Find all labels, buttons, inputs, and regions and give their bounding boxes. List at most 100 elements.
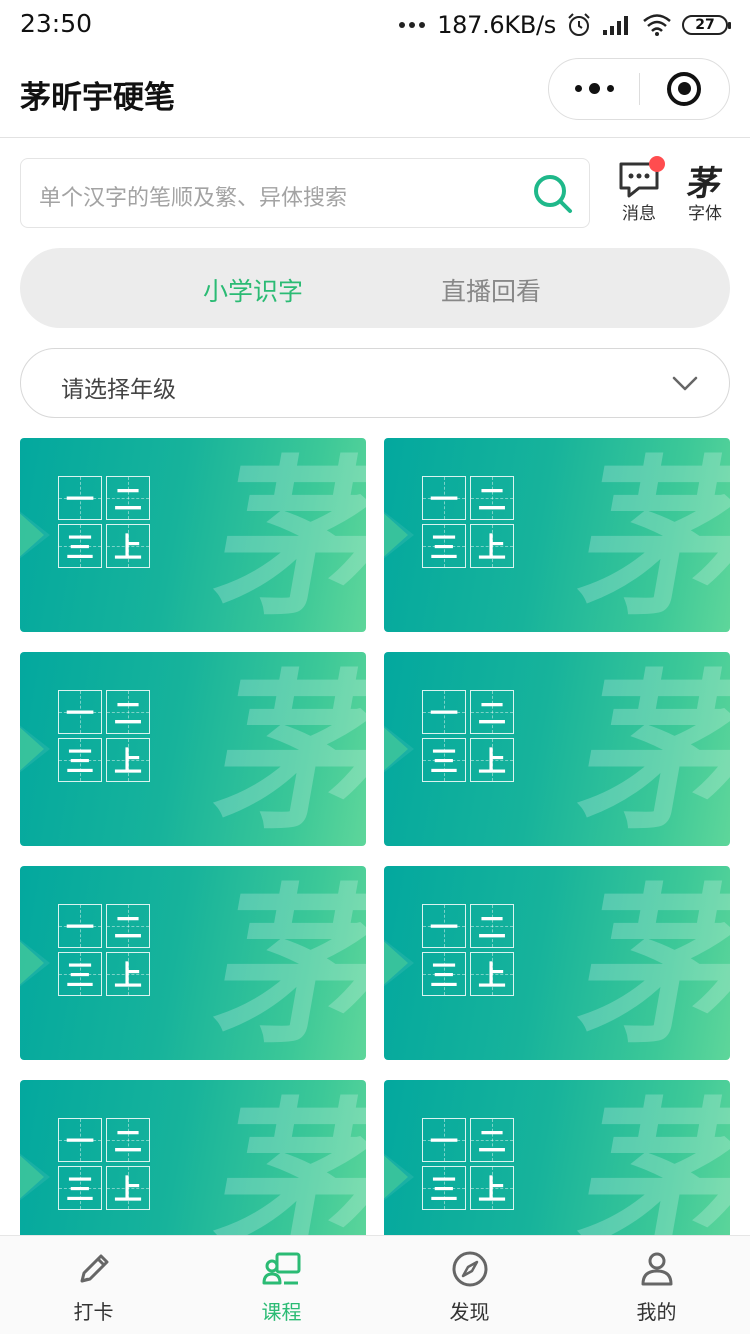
character: 上 (477, 531, 506, 564)
character: 三 (429, 1173, 458, 1206)
signal-icon (603, 16, 628, 35)
card-arrow-decor (384, 929, 408, 997)
tabbar-label: 课程 (261, 1300, 302, 1324)
tabbar-item-checkin[interactable]: 打卡 (0, 1236, 187, 1334)
tabbar-item-course[interactable]: 课程 (188, 1236, 375, 1334)
character: 二 (113, 911, 142, 944)
character-cell: 二 (106, 476, 150, 520)
character-cell: 一 (58, 690, 102, 734)
card-watermark: 茅 (566, 1081, 730, 1235)
more-menu-button[interactable] (549, 59, 639, 118)
course-icon (262, 1252, 301, 1285)
tabbar-label: 我的 (636, 1300, 677, 1324)
card-character-grid: 一二三上 (422, 1118, 514, 1210)
font-glyph-icon: 茅 (684, 164, 725, 204)
character: 上 (113, 959, 142, 992)
character-cell: 三 (422, 1166, 466, 1210)
card-arrow-decor (20, 929, 44, 997)
character: 一 (429, 911, 458, 944)
character: 上 (477, 1173, 506, 1206)
more-status-icon (399, 22, 426, 28)
character-cell: 二 (106, 904, 150, 948)
messages-button[interactable]: 消息 (609, 156, 669, 228)
character: 三 (65, 959, 94, 992)
card-character-grid: 一二三上 (58, 904, 150, 996)
card-watermark: 茅 (202, 1081, 366, 1235)
character: 二 (477, 911, 506, 944)
card-watermark: 茅 (202, 439, 366, 632)
tabbar-item-discover[interactable]: 发现 (376, 1236, 563, 1334)
character-cell: 三 (58, 952, 102, 996)
character: 二 (113, 697, 142, 730)
character-cell: 三 (422, 738, 466, 782)
grade-select-placeholder: 请选择年级 (61, 377, 176, 403)
character: 三 (65, 531, 94, 564)
nav-bar: 茅昕宇硬笔 (0, 50, 750, 138)
character-cell: 上 (106, 1166, 150, 1210)
course-card[interactable]: 茅一二三上 (384, 1080, 730, 1235)
character-cell: 三 (422, 524, 466, 568)
card-watermark: 茅 (566, 439, 730, 632)
character: 二 (113, 483, 142, 516)
segmented-tabs: 小学识字 直播回看 (20, 248, 730, 328)
card-character-grid: 一二三上 (58, 690, 150, 782)
character: 三 (429, 745, 458, 778)
course-card[interactable]: 茅一二三上 (384, 866, 730, 1060)
character-cell: 二 (470, 1118, 514, 1162)
tab-live-replay[interactable]: 直播回看 (441, 272, 541, 308)
character-cell: 二 (470, 904, 514, 948)
card-arrow-decor (384, 1143, 408, 1211)
course-card[interactable]: 茅一二三上 (20, 438, 366, 632)
card-watermark: 茅 (202, 867, 366, 1060)
character-cell: 二 (470, 690, 514, 734)
target-icon (667, 71, 701, 106)
font-button[interactable]: 茅 字体 (675, 156, 735, 228)
character: 上 (113, 1173, 142, 1206)
card-character-grid: 一二三上 (58, 476, 150, 568)
tabbar-label: 打卡 (73, 1300, 114, 1324)
course-card[interactable]: 茅一二三上 (384, 652, 730, 846)
character: 上 (113, 531, 142, 564)
character-cell: 上 (106, 952, 150, 996)
character-cell: 三 (58, 1166, 102, 1210)
messages-label: 消息 (622, 204, 656, 224)
card-watermark: 茅 (566, 653, 730, 846)
alarm-icon (568, 13, 590, 36)
character-cell: 一 (58, 1118, 102, 1162)
font-label: 字体 (688, 204, 722, 224)
close-miniprogram-button[interactable] (640, 59, 728, 118)
course-card[interactable]: 茅 一二三上 (384, 438, 730, 632)
status-bar: 23:50 187.6KB/s 27 (0, 0, 750, 50)
card-character-grid: 一二三上 (58, 1118, 150, 1210)
dot-icon (588, 83, 600, 94)
character-cell: 一 (422, 904, 466, 948)
tab-primary-literacy[interactable]: 小学识字 (203, 272, 303, 308)
user-icon (641, 1252, 673, 1286)
card-character-grid: 一二三上 (422, 904, 514, 996)
character-cell: 一 (422, 1118, 466, 1162)
search-input[interactable]: 单个汉字的笔顺及繁、异体搜索 (20, 158, 590, 228)
status-time: 23:50 (20, 9, 93, 38)
character: 二 (477, 483, 506, 516)
tabbar-item-me[interactable]: 我的 (563, 1236, 750, 1334)
card-arrow-decor (20, 1143, 44, 1211)
character: 一 (429, 483, 458, 516)
course-card[interactable]: 茅一二三上 (20, 1080, 366, 1235)
grade-select[interactable]: 请选择年级 (20, 348, 730, 418)
character: 上 (113, 745, 142, 778)
bottom-tab-bar: 打卡 课程 发现 我的 (0, 1235, 750, 1334)
page-title: 茅昕宇硬笔 (20, 80, 175, 116)
character-cell: 一 (58, 904, 102, 948)
character-cell: 上 (470, 1166, 514, 1210)
network-speed: 187.6KB/s (437, 11, 556, 39)
character: 二 (477, 697, 506, 730)
character: 二 (113, 1125, 142, 1158)
card-arrow-decor (20, 501, 44, 569)
search-icon[interactable] (531, 172, 575, 216)
character: 三 (429, 959, 458, 992)
character-cell: 一 (422, 476, 466, 520)
search-placeholder: 单个汉字的笔顺及繁、异体搜索 (39, 186, 348, 211)
character-cell: 上 (470, 524, 514, 568)
course-card[interactable]: 茅一二三上 (20, 652, 366, 846)
course-card[interactable]: 茅一二三上 (20, 866, 366, 1060)
